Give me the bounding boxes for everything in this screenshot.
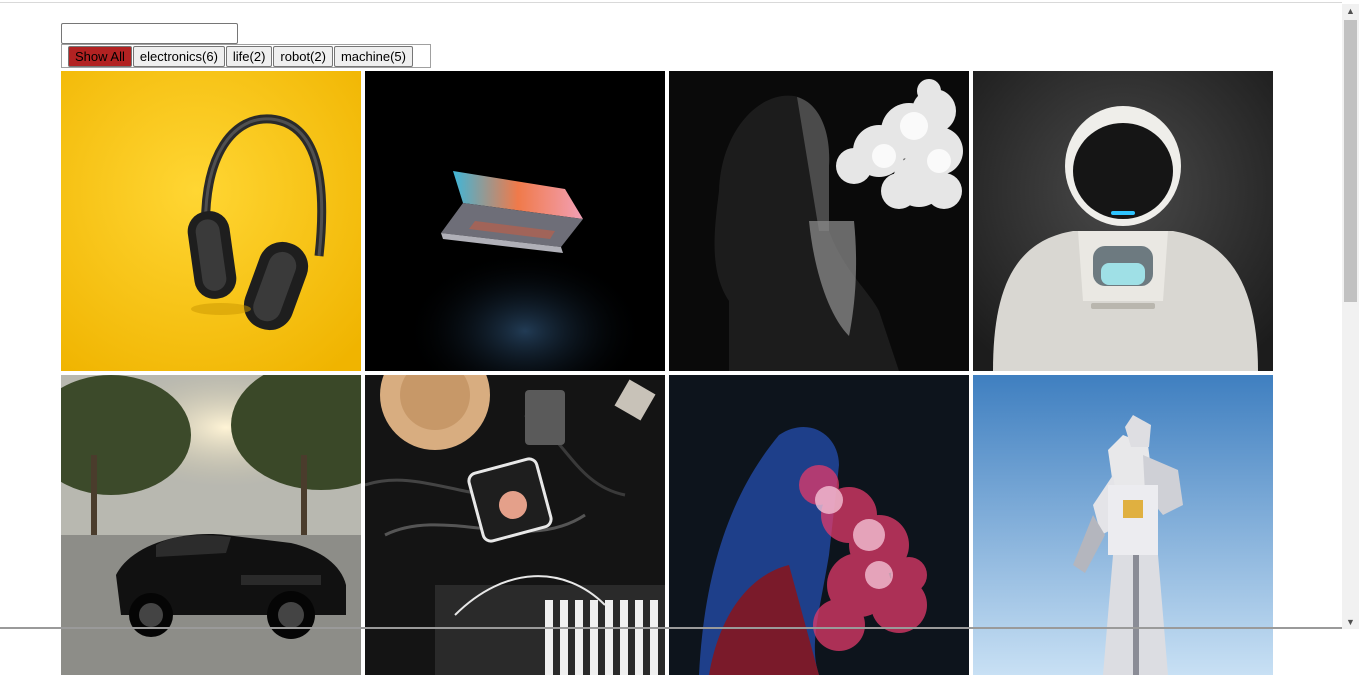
filter-bar: Show All electronics(6) life(2) robot(2)… — [61, 44, 431, 68]
scrollbar-thumb[interactable] — [1344, 20, 1357, 302]
filter-show-all-button[interactable]: Show All — [68, 45, 132, 67]
gallery-image-car[interactable] — [61, 375, 361, 675]
filter-machine-button[interactable]: machine(5) — [333, 45, 413, 67]
gallery-image-smoke-man[interactable] — [669, 71, 969, 371]
gallery-image-red-smoke[interactable] — [669, 375, 969, 675]
search-input[interactable] — [61, 23, 238, 44]
filter-robot-button[interactable]: robot(2) — [273, 45, 333, 67]
filter-life-button[interactable]: life(2) — [225, 45, 273, 67]
top-border — [0, 2, 1342, 3]
gallery-image-robot[interactable] — [973, 71, 1273, 371]
scroll-up-arrow-icon[interactable]: ▲ — [1342, 4, 1359, 18]
filter-electronics-button[interactable]: electronics(6) — [132, 45, 225, 67]
gallery-image-headphones[interactable] — [61, 71, 361, 371]
gallery-image-laptop[interactable] — [365, 71, 665, 371]
gallery-image-audio-gear[interactable] — [365, 375, 665, 675]
gallery-image-mecha[interactable] — [973, 375, 1273, 675]
vertical-scrollbar[interactable]: ▲ ▼ — [1342, 4, 1359, 629]
scroll-down-arrow-icon[interactable]: ▼ — [1342, 615, 1359, 629]
